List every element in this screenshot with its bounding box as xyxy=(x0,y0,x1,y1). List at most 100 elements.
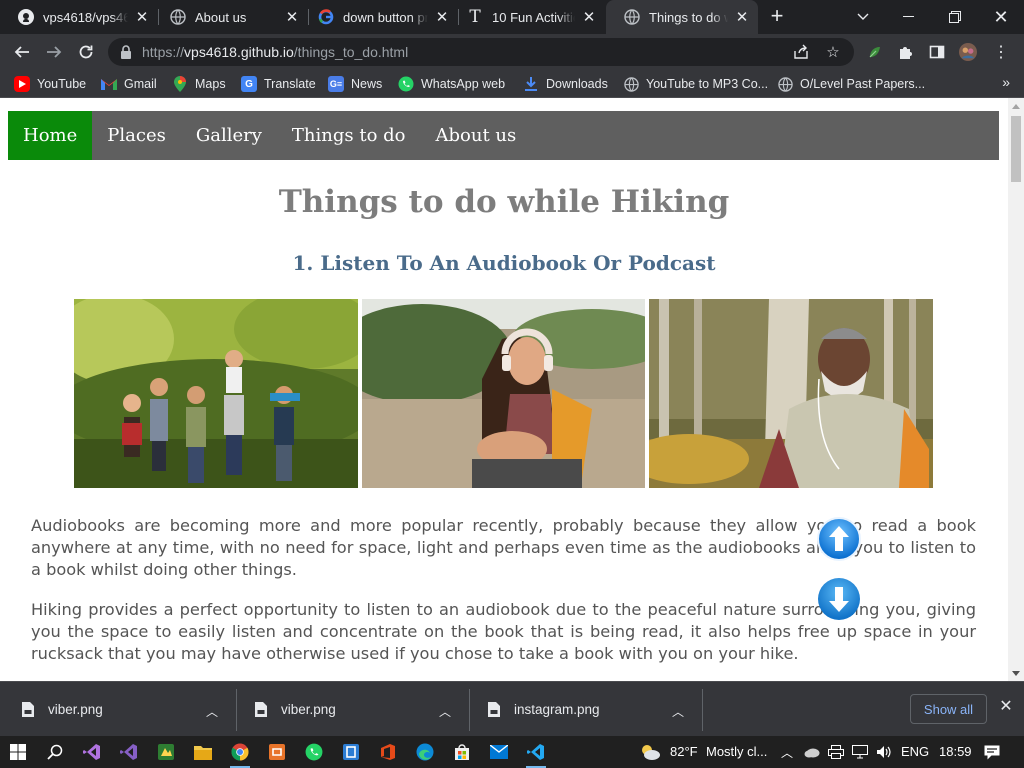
close-icon[interactable]: ✕ xyxy=(434,8,450,26)
bookmark-label: Maps xyxy=(195,77,226,91)
shelf-divider xyxy=(702,689,703,731)
onedrive-icon[interactable] xyxy=(802,740,822,764)
bookmark-whatsapp[interactable]: WhatsApp web xyxy=(398,75,505,93)
bookmark-olevel-papers[interactable]: O/Level Past Papers... xyxy=(777,75,925,93)
google-icon xyxy=(318,9,334,25)
bookmarks-overflow-icon[interactable]: » xyxy=(1002,74,1010,90)
nav-places[interactable]: Places xyxy=(92,111,181,160)
download-item[interactable]: viber.png ︿ xyxy=(233,682,469,737)
tab-about-us[interactable]: About us ✕ xyxy=(152,0,308,34)
printer-icon[interactable] xyxy=(826,740,846,764)
file-explorer-icon[interactable] xyxy=(191,740,215,764)
bookmark-star-icon[interactable]: ☆ xyxy=(824,44,842,62)
share-icon[interactable] xyxy=(792,44,810,62)
chevron-up-icon[interactable]: ︿ xyxy=(672,703,684,720)
back-button[interactable] xyxy=(10,40,34,64)
bookmark-label: YouTube xyxy=(37,77,87,91)
weather-cloud-icon[interactable] xyxy=(638,740,662,764)
close-icon[interactable]: ✕ xyxy=(581,8,597,26)
weather-temperature[interactable]: 82°F xyxy=(670,744,698,759)
download-item[interactable]: viber.png ︿ xyxy=(0,682,236,737)
site-t-icon: T xyxy=(469,7,481,27)
bookmark-maps[interactable]: Maps xyxy=(172,75,226,93)
volume-icon[interactable] xyxy=(874,740,894,764)
close-icon[interactable]: ✕ xyxy=(734,8,750,26)
bookmark-translate[interactable]: G Translate xyxy=(241,75,316,93)
weather-condition[interactable]: Mostly cl... xyxy=(706,744,767,759)
input-language-indicator[interactable]: ENG xyxy=(901,744,929,759)
extensions-puzzle-icon[interactable] xyxy=(897,43,915,61)
office-icon[interactable] xyxy=(376,740,400,764)
profile-avatar[interactable] xyxy=(959,43,977,61)
bookmarks-bar: YouTube Gmail Maps G Translate G≡ News Wha… xyxy=(0,70,1024,98)
bookmark-youtube-mp3[interactable]: YouTube to MP3 Co... xyxy=(623,75,768,93)
download-filename: viber.png xyxy=(48,702,103,717)
whatsapp-icon[interactable] xyxy=(302,740,326,764)
app-blue-icon[interactable] xyxy=(339,740,363,764)
forward-button[interactable] xyxy=(42,40,66,64)
close-icon[interactable]: ✕ xyxy=(997,698,1015,716)
chevron-up-icon[interactable]: ︿ xyxy=(206,703,218,720)
minimize-button[interactable] xyxy=(886,0,932,34)
scroll-down-arrow-icon[interactable] xyxy=(1012,671,1020,676)
file-icon xyxy=(22,702,34,717)
close-icon[interactable]: ✕ xyxy=(284,8,300,26)
bookmark-label: O/Level Past Papers... xyxy=(800,77,926,91)
url-text[interactable]: https://vps4618.github.io/things_to_do.h… xyxy=(142,44,408,60)
lock-icon[interactable] xyxy=(120,45,132,64)
scroll-up-button[interactable] xyxy=(817,517,861,561)
scrollbar-thumb[interactable] xyxy=(1011,116,1021,182)
nav-things-to-do[interactable]: Things to do xyxy=(277,111,421,160)
mail-icon[interactable] xyxy=(487,740,511,764)
download-item[interactable]: instagram.png ︿ xyxy=(466,682,702,737)
app-icon[interactable] xyxy=(154,740,178,764)
tab-github[interactable]: vps4618/vps4618.github.io ✕ xyxy=(0,0,158,34)
address-bar[interactable]: https://vps4618.github.io/things_to_do.h… xyxy=(108,38,854,66)
visual-studio-icon[interactable] xyxy=(117,740,141,764)
scroll-down-button[interactable] xyxy=(817,577,861,621)
arrow-down-icon xyxy=(818,578,860,620)
visual-studio-preview-icon[interactable] xyxy=(80,740,104,764)
close-icon[interactable]: ✕ xyxy=(134,8,150,26)
news-icon: G≡ xyxy=(328,76,344,92)
tab-search-icon[interactable] xyxy=(840,0,886,34)
tab-fun-activities[interactable]: T 10 Fun Activities ✕ xyxy=(449,0,605,34)
notifications-icon[interactable] xyxy=(980,740,1004,764)
bookmark-youtube[interactable]: YouTube xyxy=(14,75,86,93)
scroll-up-arrow-icon[interactable] xyxy=(1012,104,1020,109)
nav-gallery[interactable]: Gallery xyxy=(181,111,277,160)
show-all-downloads-button[interactable]: Show all xyxy=(910,694,987,724)
page-scrollbar[interactable] xyxy=(1008,98,1024,681)
chrome-icon[interactable] xyxy=(228,740,252,768)
bookmark-gmail[interactable]: Gmail xyxy=(101,75,157,93)
menu-kebab-icon[interactable]: ⋮ xyxy=(992,43,1010,61)
photo-hiker-group xyxy=(74,299,358,488)
tab-google-search[interactable]: down button pr ✕ xyxy=(300,0,458,34)
search-icon[interactable] xyxy=(43,740,67,764)
globe-icon xyxy=(170,9,186,25)
edge-icon[interactable] xyxy=(413,740,437,764)
side-panel-icon[interactable] xyxy=(928,43,946,61)
nav-home[interactable]: Home xyxy=(8,111,93,160)
photo-woman-headphones xyxy=(362,299,645,488)
extension-leaf-icon[interactable] xyxy=(866,43,884,61)
tab-things-to-do[interactable]: Things to do while Hiking ✕ xyxy=(606,0,758,34)
bookmark-downloads[interactable]: Downloads xyxy=(523,75,608,93)
nav-about-us[interactable]: About us xyxy=(421,111,532,160)
whatsapp-icon xyxy=(398,76,414,92)
restore-button[interactable] xyxy=(932,0,978,34)
bookmark-news[interactable]: G≡ News xyxy=(328,75,382,93)
chevron-up-icon[interactable]: ︿ xyxy=(439,703,451,720)
url-scheme: https:// xyxy=(142,44,185,60)
vscode-icon[interactable] xyxy=(524,740,548,768)
store-icon[interactable] xyxy=(450,740,474,764)
windows-start-icon[interactable] xyxy=(6,740,30,764)
network-icon[interactable] xyxy=(850,740,870,764)
app-orange-icon[interactable] xyxy=(265,740,289,764)
new-tab-button[interactable]: + xyxy=(766,5,788,27)
tab-title: vps4618/vps4618.github.io xyxy=(43,9,128,25)
reload-button[interactable] xyxy=(74,40,98,64)
close-window-button[interactable]: ✕ xyxy=(978,0,1024,34)
system-clock[interactable]: 18:59 xyxy=(939,744,972,759)
tray-chevron-up-icon[interactable]: ︿ xyxy=(778,740,796,764)
